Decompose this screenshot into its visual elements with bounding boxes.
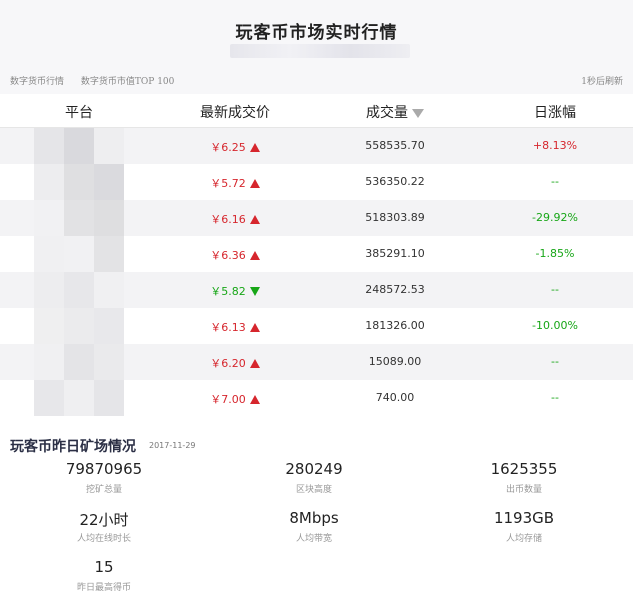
arrow-up-icon — [249, 143, 260, 152]
blurred-platform-pixel — [94, 272, 124, 308]
mining-stat-value: 1625355 — [490, 460, 558, 478]
latest-price: ￥6.16 — [180, 211, 290, 227]
blurred-platform-pixel — [34, 308, 64, 344]
blurred-platform-pixel — [34, 200, 64, 236]
blurred-platform-pixel — [94, 236, 124, 272]
daily-change: -- — [551, 391, 559, 404]
column-header-volume[interactable]: 成交量 — [335, 102, 455, 122]
blurred-platform-column — [34, 128, 124, 416]
arrow-up-icon — [249, 251, 260, 260]
latest-price-value: ￥7.00 — [210, 393, 246, 406]
blurred-platform-pixel — [94, 344, 124, 380]
daily-change: -- — [551, 175, 559, 188]
mining-section-title: 玩客币昨日矿场情况 — [10, 439, 136, 455]
blurred-subtitle — [230, 44, 410, 58]
sort-descending-icon[interactable] — [412, 108, 424, 118]
page-title: 玩客币市场实时行情 — [235, 23, 398, 43]
mining-stat-value: 8Mbps — [289, 509, 339, 527]
latest-price-value: ￥5.72 — [210, 177, 246, 190]
arrow-up-icon — [249, 323, 260, 332]
daily-change: -1.85% — [535, 247, 575, 260]
daily-change: -- — [551, 283, 559, 296]
nav-link-top100[interactable]: 数字货币市值TOP 100 — [81, 77, 174, 87]
volume: 248572.53 — [365, 283, 425, 296]
latest-price-value: ￥6.25 — [210, 141, 246, 154]
volume: 518303.89 — [365, 211, 425, 224]
refresh-countdown: 1秒后刷新 — [581, 77, 623, 87]
blurred-platform-pixel — [64, 200, 94, 236]
column-header-price: 最新成交价 — [200, 105, 270, 121]
latest-price: ￥5.72 — [180, 175, 290, 191]
blurred-platform-pixel — [34, 236, 64, 272]
latest-price: ￥6.13 — [180, 319, 290, 335]
mining-stat-label: 出币数量 — [505, 485, 542, 495]
blurred-platform-pixel — [64, 344, 94, 380]
blurred-platform-pixel — [64, 128, 94, 164]
mining-date: 2017-11-29 — [149, 441, 196, 450]
latest-price-value: ￥6.16 — [210, 213, 246, 226]
page-header: 玩客币市场实时行情 数字货币行情 数字货币市值TOP 100 1秒后刷新 — [0, 0, 633, 94]
mining-stat-label: 区块高度 — [295, 485, 332, 495]
latest-price-value: ￥5.82 — [210, 285, 246, 298]
mining-stat-label: 昨日最高得币 — [76, 583, 131, 593]
latest-price-value: ￥6.36 — [210, 249, 246, 262]
blurred-platform-pixel — [34, 272, 64, 308]
arrow-up-icon — [249, 359, 260, 368]
latest-price-value: ￥6.13 — [210, 321, 246, 334]
sub-navigation: 数字货币行情 数字货币市值TOP 100 — [10, 74, 188, 87]
arrow-up-icon — [249, 179, 260, 188]
mining-stat-value: 15 — [94, 558, 114, 576]
column-header-change: 日涨幅 — [534, 105, 576, 121]
daily-change: -10.00% — [532, 319, 578, 332]
latest-price: ￥6.36 — [180, 247, 290, 263]
column-header-volume-label: 成交量 — [366, 105, 408, 121]
mining-stat-value: 280249 — [285, 460, 343, 478]
mining-stat-label: 挖矿总量 — [85, 485, 122, 495]
blurred-platform-pixel — [94, 164, 124, 200]
blurred-platform-pixel — [64, 272, 94, 308]
blurred-platform-pixel — [34, 128, 64, 164]
mining-stat-value: 79870965 — [65, 460, 143, 478]
mining-stat-label: 人均在线时长 — [76, 534, 131, 544]
blurred-platform-pixel — [64, 308, 94, 344]
volume: 181326.00 — [365, 319, 425, 332]
daily-change: -- — [551, 355, 559, 368]
blurred-platform-pixel — [34, 344, 64, 380]
volume: 15089.00 — [368, 355, 422, 368]
volume: 740.00 — [375, 391, 415, 404]
volume: 536350.22 — [365, 175, 425, 188]
arrow-down-icon — [249, 287, 260, 296]
table-header: 平台 最新成交价 成交量 日涨幅 — [0, 94, 633, 128]
daily-change: -29.92% — [532, 211, 578, 224]
blurred-platform-pixel — [94, 380, 124, 416]
blurred-platform-pixel — [94, 308, 124, 344]
blurred-platform-pixel — [94, 128, 124, 164]
volume: 385291.10 — [365, 247, 425, 260]
blurred-platform-pixel — [94, 200, 124, 236]
latest-price-value: ￥6.20 — [210, 357, 246, 370]
latest-price: ￥7.00 — [180, 391, 290, 407]
blurred-platform-pixel — [34, 164, 64, 200]
arrow-up-icon — [249, 395, 260, 404]
mining-stat-label: 人均存储 — [505, 534, 542, 544]
latest-price: ￥5.82 — [180, 283, 290, 299]
blurred-platform-pixel — [34, 380, 64, 416]
column-header-platform: 平台 — [65, 105, 93, 121]
blurred-platform-pixel — [64, 164, 94, 200]
latest-price: ￥6.20 — [180, 355, 290, 371]
mining-stat-value: 1193GB — [493, 509, 555, 527]
daily-change: +8.13% — [532, 139, 578, 152]
latest-price: ￥6.25 — [180, 139, 290, 155]
nav-link-crypto-quotes[interactable]: 数字货币行情 — [10, 77, 64, 87]
blurred-platform-pixel — [64, 380, 94, 416]
volume: 558535.70 — [365, 139, 425, 152]
blurred-platform-pixel — [64, 236, 94, 272]
mining-stat-label: 人均带宽 — [295, 534, 332, 544]
arrow-up-icon — [249, 215, 260, 224]
mining-stat-value: 22小时 — [79, 511, 129, 529]
